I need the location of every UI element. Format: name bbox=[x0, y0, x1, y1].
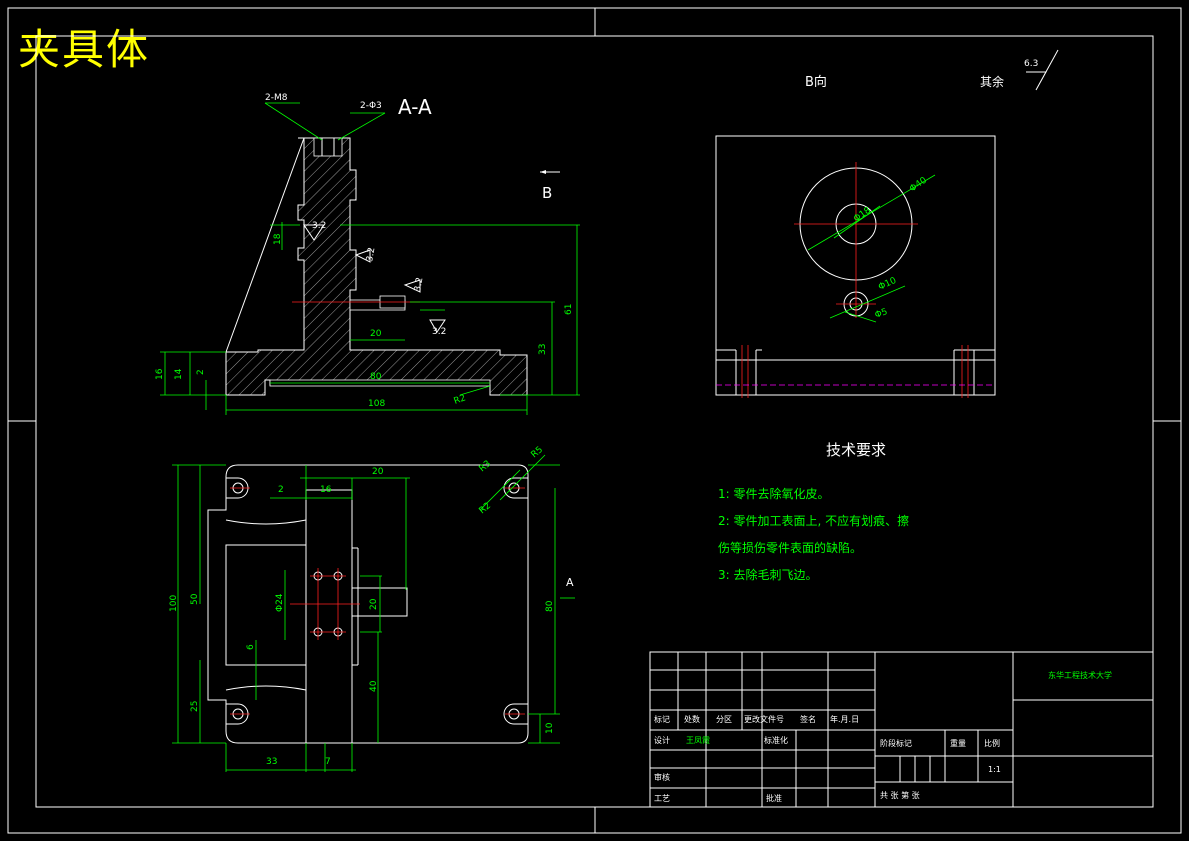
title-block: 东华工程技术大学 标记 处数 分区 更改文件号 签名 年.月.日 设计 王凤霞 … bbox=[649, 651, 1154, 808]
dim-80-plan: 80 bbox=[545, 600, 555, 612]
tb-weight: 重量 bbox=[950, 738, 966, 748]
roughness-label-2: 3.2 bbox=[365, 247, 377, 263]
section-view-a-a: 2-M8 2-Φ3 A-A B 3.2 3.2 3.2 3.2 18 20 80… bbox=[155, 93, 580, 415]
dim-r2-plan: R2 bbox=[478, 501, 494, 516]
remaining-roughness-value: 6.3 bbox=[1024, 59, 1038, 69]
dim-20-section: 20 bbox=[370, 329, 382, 339]
view-arrow-label: B bbox=[542, 184, 552, 202]
dim-16-plan: 16 bbox=[320, 485, 332, 495]
dia-18: Φ18 bbox=[852, 205, 873, 224]
tb-designer-label: 设计 bbox=[654, 735, 670, 745]
roughness-label-4: 3.2 bbox=[432, 327, 446, 337]
dim-14: 14 bbox=[174, 368, 184, 380]
plan-view: 100 50 25 6 33 7 2 16 20 Φ24 20 40 80 10… bbox=[169, 445, 575, 772]
tb-change-doc: 更改文件号 bbox=[744, 714, 784, 724]
tb-date: 年.月.日 bbox=[830, 714, 859, 724]
thread-callout: 2-M8 bbox=[265, 93, 288, 103]
dim-80-section: 80 bbox=[370, 372, 382, 382]
dim-61: 61 bbox=[564, 304, 574, 315]
tb-signature: 签名 bbox=[800, 714, 816, 724]
tech-item-1: 1: 零件去除氧化皮。 bbox=[718, 486, 830, 501]
dim-33: 33 bbox=[538, 344, 548, 355]
tech-title: 技术要求 bbox=[826, 441, 886, 459]
tb-standard: 标准化 bbox=[764, 735, 788, 745]
dim-r2-section: R2 bbox=[453, 393, 468, 406]
tb-approve: 批准 bbox=[766, 793, 782, 803]
dim-r5: R5 bbox=[530, 445, 546, 460]
dim-100: 100 bbox=[169, 595, 179, 612]
remaining-roughness-symbol bbox=[1026, 49, 1059, 91]
tb-stage: 阶段标记 bbox=[880, 738, 912, 748]
dim-50: 50 bbox=[190, 593, 200, 605]
roughness-label-1: 3.2 bbox=[312, 221, 326, 231]
tech-item-2: 2: 零件加工表面上, 不应有划痕、擦 bbox=[718, 513, 909, 528]
dim-2-section: 2 bbox=[196, 369, 206, 375]
tb-mark: 标记 bbox=[654, 714, 670, 724]
tb-process: 工艺 bbox=[654, 794, 670, 803]
arrow-a-label: A bbox=[566, 576, 574, 589]
dim-7: 7 bbox=[325, 757, 331, 767]
tb-scale-label: 比例 bbox=[984, 738, 1000, 748]
dim-108: 108 bbox=[368, 399, 385, 409]
dim-20-plan: 20 bbox=[372, 467, 384, 477]
tb-designer-name: 王凤霞 bbox=[686, 736, 710, 745]
tech-item-3: 伤等损伤零件表面的缺陷。 bbox=[718, 540, 862, 555]
sheet-border bbox=[7, 7, 1182, 834]
dim-33-plan: 33 bbox=[266, 757, 277, 767]
dim-40: 40 bbox=[369, 680, 379, 692]
roughness-label-3: 3.2 bbox=[413, 277, 425, 293]
dim-6: 6 bbox=[246, 644, 256, 650]
dim-20b: 20 bbox=[369, 598, 379, 610]
dia-40: Φ40 bbox=[908, 175, 929, 194]
tb-review: 审核 bbox=[654, 772, 670, 782]
dim-phi24: Φ24 bbox=[275, 593, 285, 612]
tb-sheet: 共 张 第 张 bbox=[880, 790, 920, 800]
dim-10: 10 bbox=[545, 722, 555, 734]
drawing-canvas: 2-M8 2-Φ3 A-A B 3.2 3.2 3.2 3.2 18 20 80… bbox=[7, 7, 1182, 834]
dim-2-plan: 2 bbox=[278, 485, 284, 495]
tech-requirements: 技术要求 1: 零件去除氧化皮。 2: 零件加工表面上, 不应有划痕、擦 伤等损… bbox=[718, 441, 909, 582]
tb-zone: 分区 bbox=[716, 715, 732, 724]
cad-drawing-sheet: 夹具体 2-M8 2-Φ3 A-A B 3.2 3.2 3.2 3.2 18 2… bbox=[0, 0, 1189, 841]
dim-r3: R3 bbox=[478, 459, 494, 474]
tb-count: 处数 bbox=[684, 714, 700, 724]
b-view: B向 其余 6.3 Φ40 Φ18 Φ10 Φ5 bbox=[715, 49, 1059, 398]
school-name: 东华工程技术大学 bbox=[1048, 670, 1112, 680]
dim-25: 25 bbox=[190, 701, 200, 712]
hole-callout: 2-Φ3 bbox=[360, 101, 382, 111]
dia-5: Φ5 bbox=[874, 307, 889, 321]
b-view-label: B向 bbox=[805, 74, 827, 90]
tb-scale-value: 1:1 bbox=[988, 765, 1001, 774]
tech-item-4: 3: 去除毛刺飞边。 bbox=[718, 567, 818, 582]
dim-18: 18 bbox=[273, 233, 283, 245]
section-label: A-A bbox=[398, 95, 432, 119]
remaining-label: 其余 bbox=[980, 74, 1004, 89]
dim-16-left: 16 bbox=[155, 368, 165, 380]
